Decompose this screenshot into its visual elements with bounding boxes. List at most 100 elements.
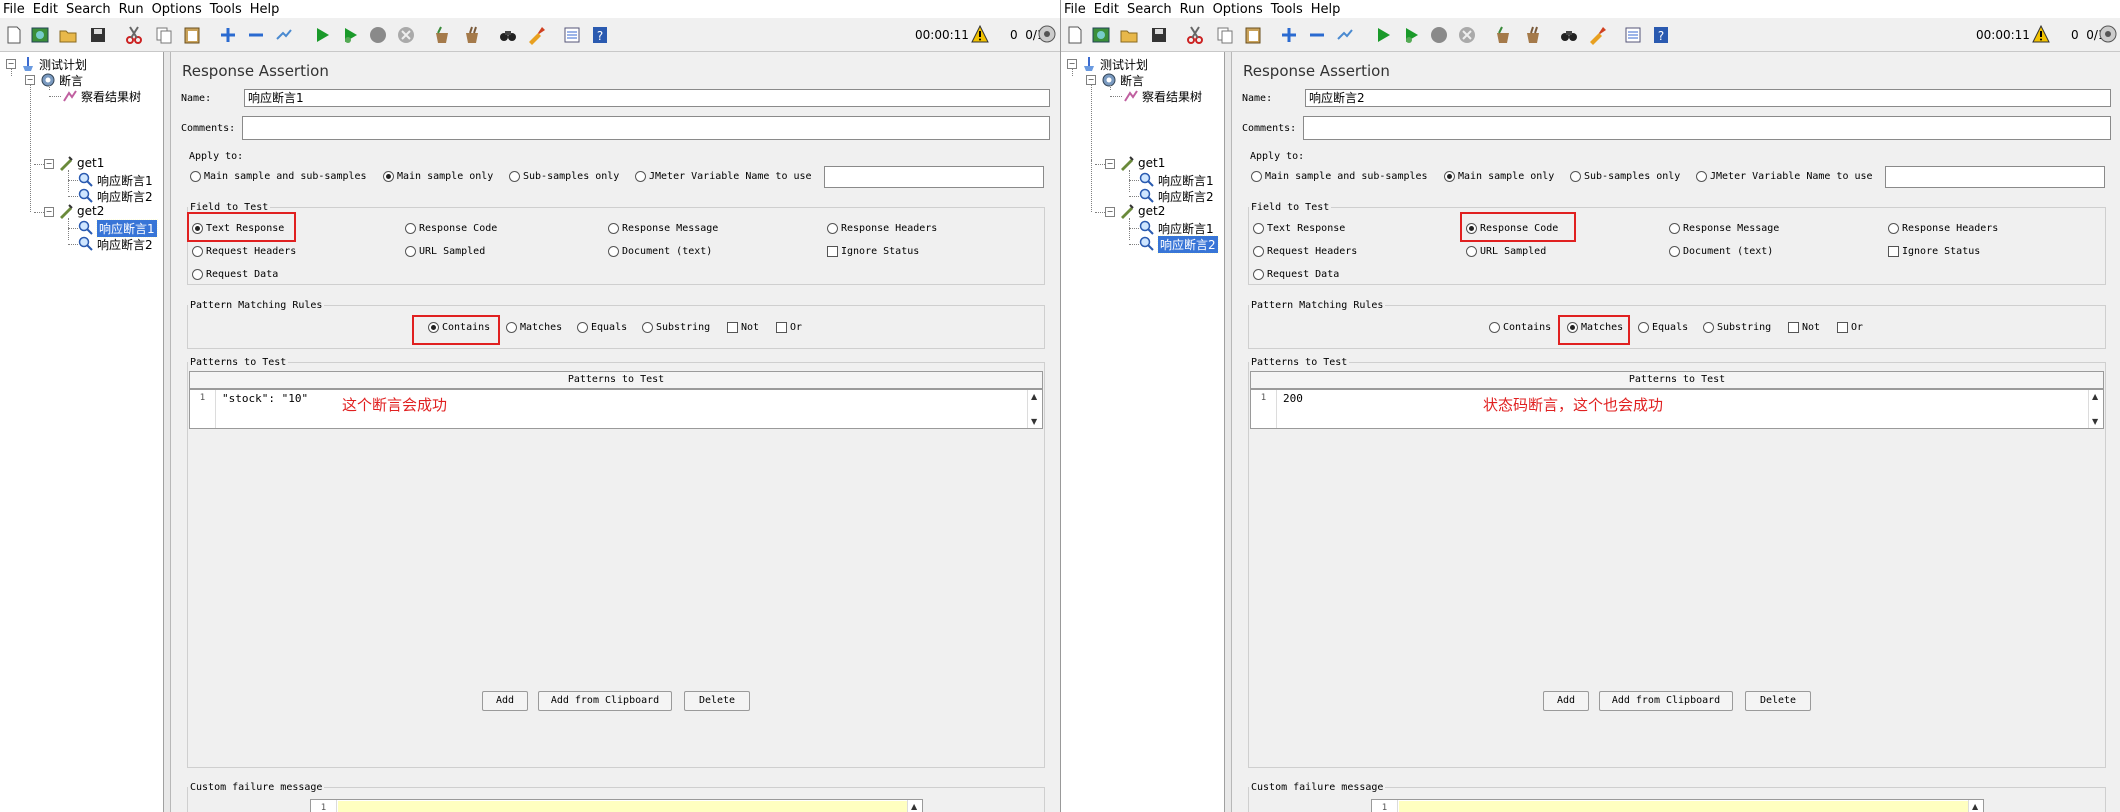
tree-node-assertion-1[interactable]: 响应断言1: [78, 218, 158, 238]
custom-failure-editor[interactable]: 1 ▲▼: [1371, 799, 1984, 812]
field-document-text-radio[interactable]: Document (text): [1669, 246, 1773, 257]
reset-search-icon[interactable]: [526, 25, 546, 45]
apply-main-only-radio[interactable]: Main sample only: [1444, 171, 1554, 182]
delete-button[interactable]: Delete: [1745, 691, 1811, 711]
clear-icon[interactable]: [1493, 25, 1513, 45]
tree-node-thread-group[interactable]: 断言: [40, 72, 83, 88]
expand-icon[interactable]: [218, 25, 238, 45]
apply-jmeter-variable-radio[interactable]: JMeter Variable Name to use: [635, 171, 812, 182]
field-request-headers-radio[interactable]: Request Headers: [1253, 246, 1357, 257]
name-field[interactable]: 响应断言1: [244, 89, 1050, 107]
apply-jmeter-variable-radio[interactable]: JMeter Variable Name to use: [1696, 171, 1873, 182]
field-request-data-radio[interactable]: Request Data: [1253, 269, 1339, 280]
stop-icon[interactable]: [1429, 25, 1449, 45]
rule-matches-radio[interactable]: Matches: [506, 322, 562, 333]
add-button[interactable]: Add: [1543, 691, 1589, 711]
field-request-headers-radio[interactable]: Request Headers: [192, 246, 296, 257]
clear-all-icon[interactable]: [1523, 25, 1543, 45]
collapse-icon[interactable]: [1307, 25, 1327, 45]
rule-equals-radio[interactable]: Equals: [577, 322, 627, 333]
editor-scrollbar[interactable]: ▲▼: [1027, 390, 1042, 428]
copy-icon[interactable]: [154, 25, 174, 45]
help-icon[interactable]: ?: [1651, 25, 1671, 45]
tree-node-assertion-1[interactable]: 响应断言1: [1139, 220, 1214, 236]
expand-toggle[interactable]: −: [1067, 59, 1077, 69]
tree-node-sampler-get2[interactable]: get2: [58, 203, 104, 219]
expand-toggle[interactable]: −: [1105, 207, 1115, 217]
menu-search[interactable]: Search: [63, 2, 114, 17]
start-no-pause-icon[interactable]: [1401, 25, 1421, 45]
menu-run[interactable]: Run: [116, 2, 147, 17]
open-icon[interactable]: [58, 25, 78, 45]
jmeter-variable-field[interactable]: [1885, 166, 2105, 188]
save-icon[interactable]: [1149, 25, 1169, 45]
tree-node-assertion-2[interactable]: 响应断言2: [78, 188, 153, 204]
menu-edit[interactable]: Edit: [1091, 2, 1122, 17]
rule-not-checkbox[interactable]: Not: [727, 322, 759, 333]
search-icon[interactable]: [1559, 25, 1579, 45]
editor-scrollbar[interactable]: ▲▼: [907, 800, 922, 812]
shutdown-icon[interactable]: [396, 25, 416, 45]
stop-icon[interactable]: [368, 25, 388, 45]
expand-toggle[interactable]: −: [1105, 159, 1115, 169]
open-icon[interactable]: [1119, 25, 1139, 45]
clear-all-icon[interactable]: [462, 25, 482, 45]
start-no-pause-icon[interactable]: [340, 25, 360, 45]
rule-or-checkbox[interactable]: Or: [1837, 322, 1863, 333]
tree-node-assertion-2[interactable]: 响应断言2: [78, 236, 153, 252]
apply-sub-only-radio[interactable]: Sub-samples only: [1570, 171, 1680, 182]
jmeter-variable-field[interactable]: [824, 166, 1044, 188]
menu-tools[interactable]: Tools: [1268, 2, 1306, 17]
expand-toggle[interactable]: −: [44, 159, 54, 169]
comments-field[interactable]: [242, 116, 1050, 140]
field-response-message-radio[interactable]: Response Message: [608, 223, 718, 234]
start-icon[interactable]: [312, 25, 332, 45]
rule-not-checkbox[interactable]: Not: [1788, 322, 1820, 333]
new-icon[interactable]: [4, 25, 24, 45]
menu-help[interactable]: Help: [247, 2, 283, 17]
tree-node-sampler-get2[interactable]: get2: [1119, 203, 1165, 219]
field-response-message-radio[interactable]: Response Message: [1669, 223, 1779, 234]
tree-node-assertion-2[interactable]: 响应断言2: [1139, 234, 1219, 254]
add-from-clipboard-button[interactable]: Add from Clipboard: [1599, 691, 1733, 711]
field-url-sampled-radio[interactable]: URL Sampled: [1466, 246, 1546, 257]
remote-status-icon[interactable]: [2098, 24, 2118, 44]
apply-main-and-sub-radio[interactable]: Main sample and sub-samples: [1251, 171, 1428, 182]
name-field[interactable]: 响应断言2: [1305, 89, 2111, 107]
menu-tools[interactable]: Tools: [207, 2, 245, 17]
menu-file[interactable]: File: [0, 2, 28, 17]
ignore-status-checkbox[interactable]: Ignore Status: [827, 246, 919, 257]
function-helper-icon[interactable]: [562, 25, 582, 45]
remote-status-icon[interactable]: [1037, 24, 1057, 44]
tree-node-results-tree[interactable]: 察看结果树: [62, 88, 141, 104]
tree-node-results-tree[interactable]: 察看结果树: [1123, 88, 1202, 104]
paste-icon[interactable]: [182, 25, 202, 45]
tree-node-test-plan[interactable]: 测试计划: [1081, 56, 1148, 72]
shutdown-icon[interactable]: [1457, 25, 1477, 45]
expand-toggle[interactable]: −: [25, 75, 35, 85]
menu-run[interactable]: Run: [1177, 2, 1208, 17]
reset-search-icon[interactable]: [1587, 25, 1607, 45]
editor-scrollbar[interactable]: ▲▼: [1968, 800, 1983, 812]
function-helper-icon[interactable]: [1623, 25, 1643, 45]
tree-node-sampler-get1[interactable]: get1: [1119, 155, 1165, 171]
copy-icon[interactable]: [1215, 25, 1235, 45]
menu-options[interactable]: Options: [149, 2, 205, 17]
paste-icon[interactable]: [1243, 25, 1263, 45]
rule-contains-radio[interactable]: Contains: [1489, 322, 1551, 333]
field-response-headers-radio[interactable]: Response Headers: [827, 223, 937, 234]
tree-node-thread-group[interactable]: 断言: [1101, 72, 1144, 88]
tree-node-sampler-get1[interactable]: get1: [58, 155, 104, 171]
collapse-icon[interactable]: [246, 25, 266, 45]
menu-help[interactable]: Help: [1308, 2, 1344, 17]
templates-icon[interactable]: [1091, 25, 1111, 45]
field-response-headers-radio[interactable]: Response Headers: [1888, 223, 1998, 234]
split-pane-divider[interactable]: [164, 52, 171, 812]
clear-icon[interactable]: [432, 25, 452, 45]
tree-node-test-plan[interactable]: 测试计划: [20, 56, 87, 72]
save-icon[interactable]: [88, 25, 108, 45]
start-icon[interactable]: [1373, 25, 1393, 45]
delete-button[interactable]: Delete: [684, 691, 750, 711]
expand-toggle[interactable]: −: [6, 59, 16, 69]
add-from-clipboard-button[interactable]: Add from Clipboard: [538, 691, 672, 711]
